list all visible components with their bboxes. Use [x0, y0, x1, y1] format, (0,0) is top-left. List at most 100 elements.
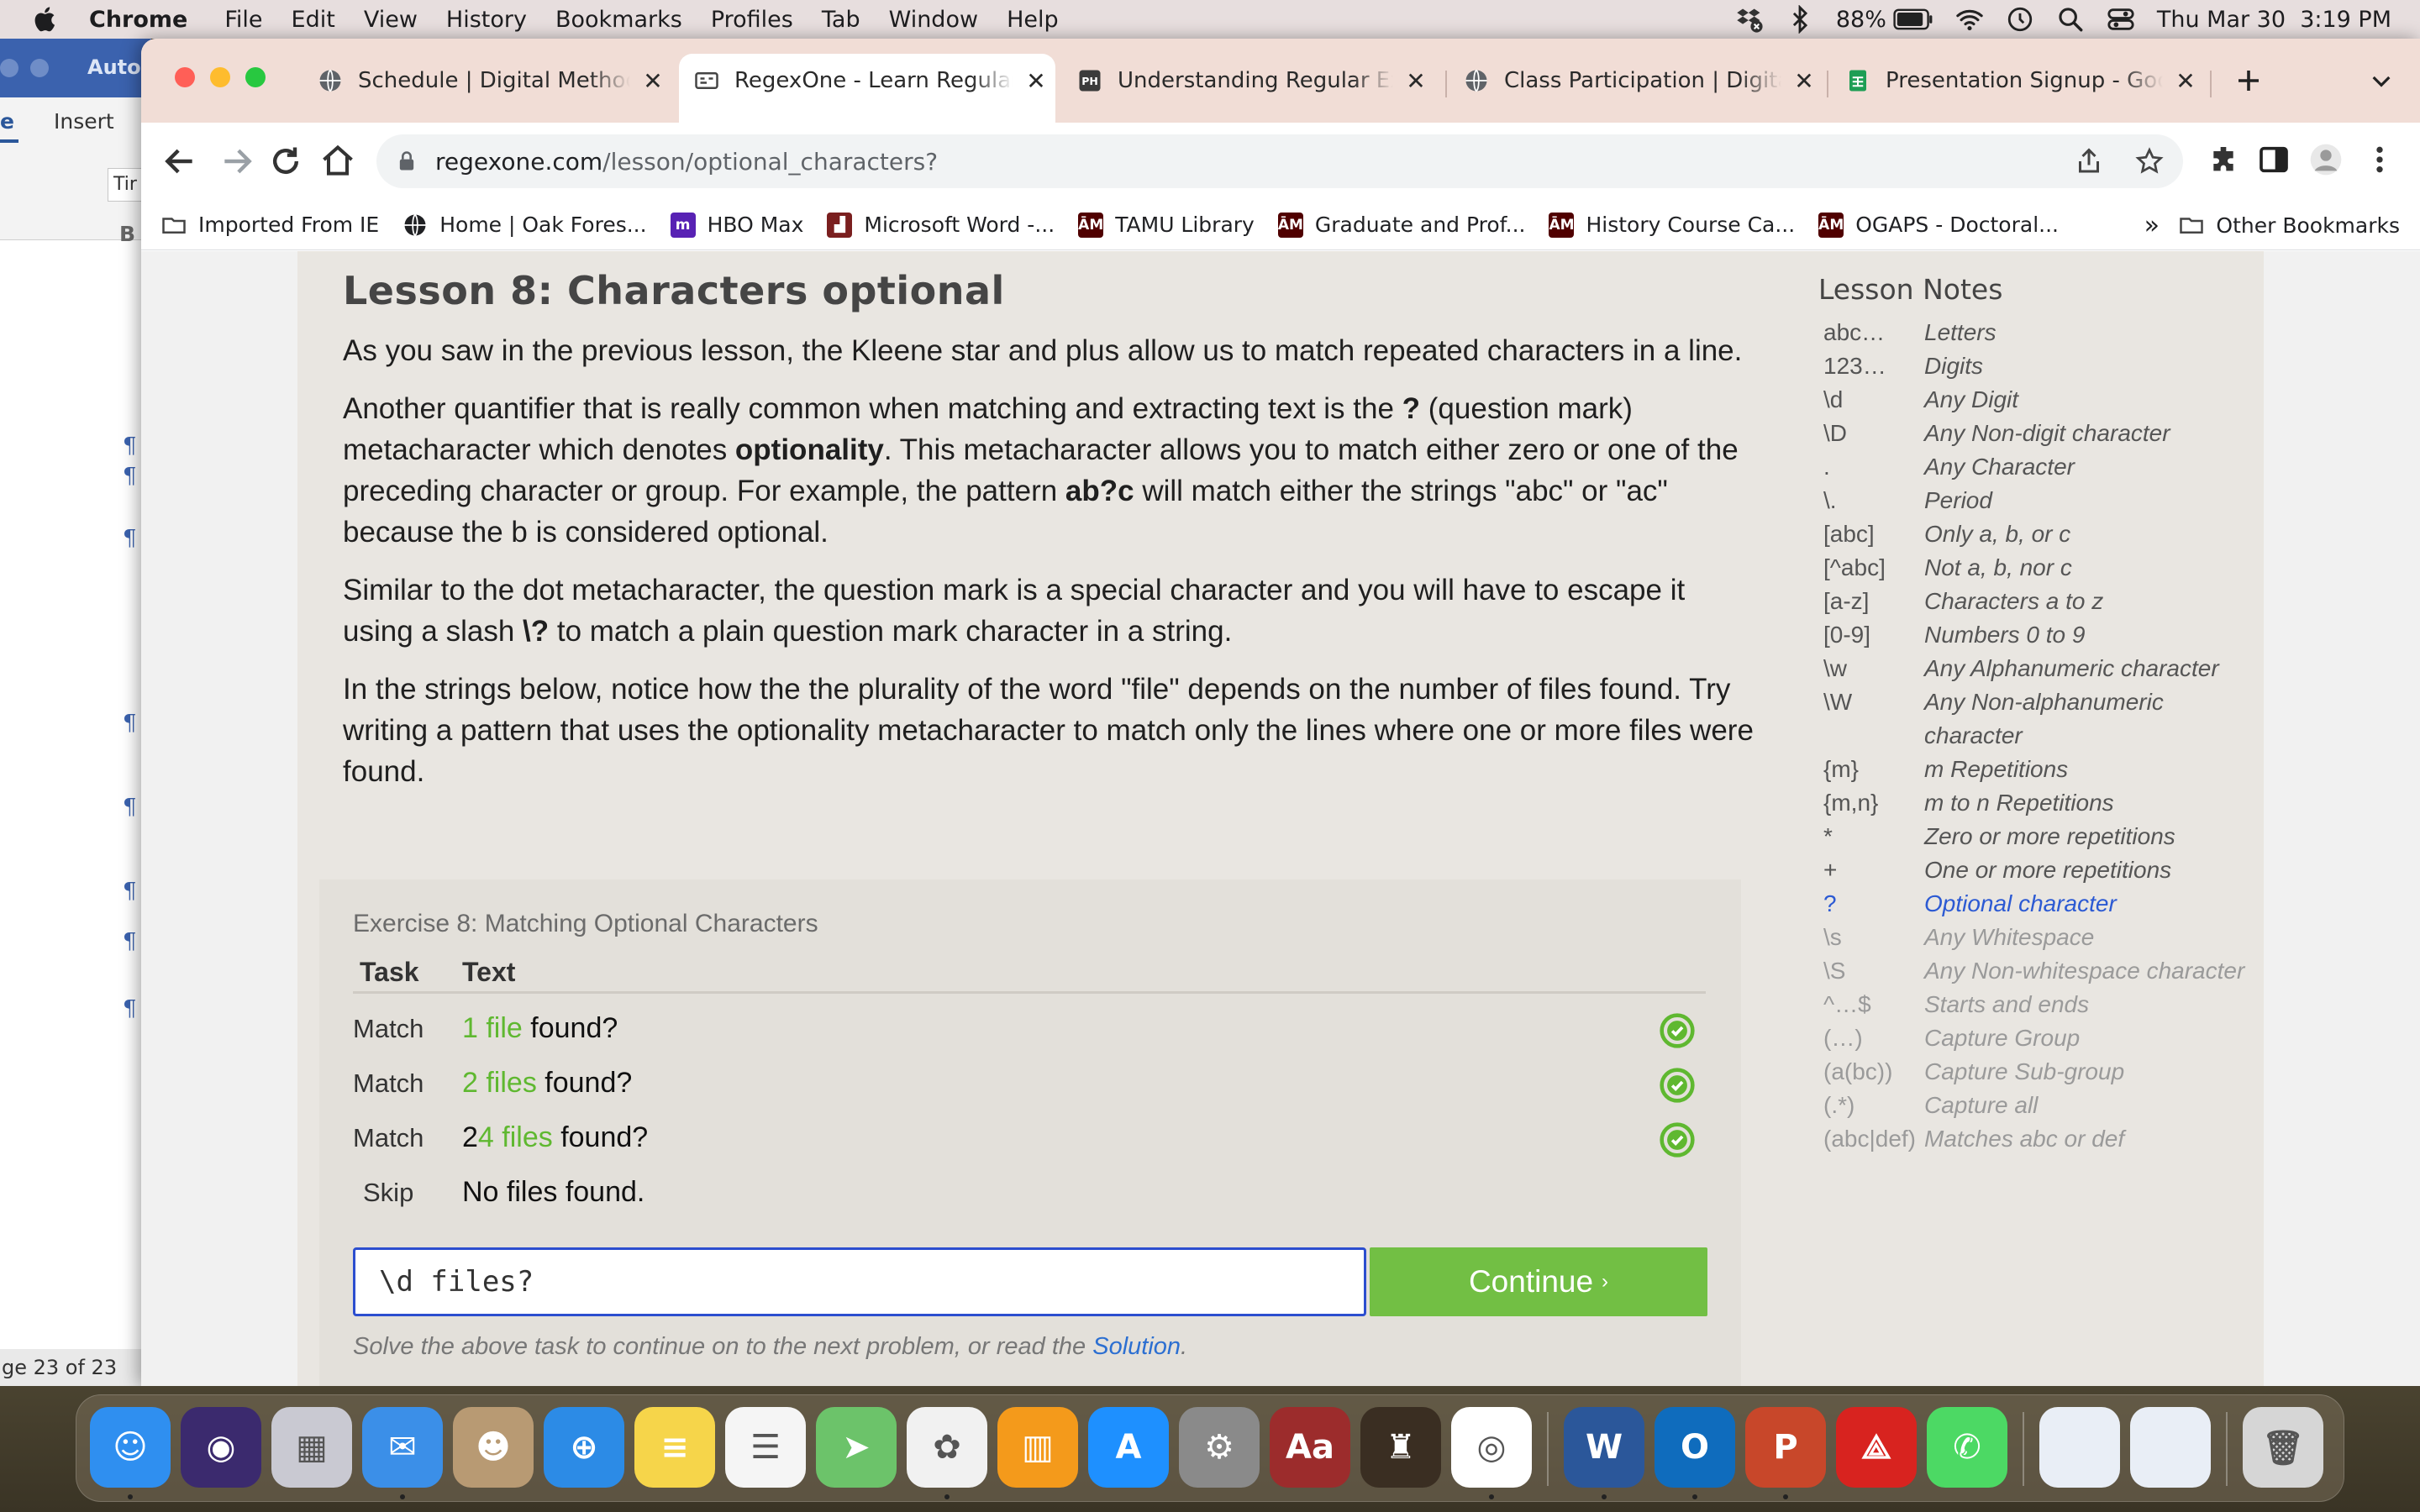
bookmark-hbo-max[interactable]: m HBO Max: [670, 212, 803, 238]
close-tab-icon[interactable]: ✕: [1793, 67, 1815, 95]
minimize-window-button[interactable]: [210, 67, 230, 87]
menu-help[interactable]: Help: [1007, 7, 1059, 33]
bookmark-oak-forest[interactable]: Home | Oak Fores...: [402, 213, 647, 238]
close-tab-icon[interactable]: ✕: [642, 67, 664, 95]
menu-history[interactable]: History: [446, 7, 527, 33]
reload-icon[interactable]: [267, 143, 304, 180]
bookmark-imported-from-ie[interactable]: Imported From IE: [161, 213, 379, 238]
close-tab-icon[interactable]: ✕: [1025, 67, 1047, 95]
spotlight-search-icon[interactable]: [2056, 5, 2085, 34]
dock-app-store-icon[interactable]: A: [1088, 1407, 1169, 1488]
word-window-control[interactable]: [30, 59, 49, 77]
globe-icon: [404, 213, 426, 236]
forward-arrow-icon[interactable]: [218, 143, 255, 180]
dock-maps-icon[interactable]: ➤: [816, 1407, 897, 1488]
side-panel-icon[interactable]: [2257, 143, 2291, 176]
word-tab-insert[interactable]: Insert: [54, 109, 114, 134]
dock-contacts-icon[interactable]: ☻: [453, 1407, 534, 1488]
folder-icon: [2180, 218, 2204, 234]
bluetooth-icon[interactable]: [1786, 5, 1814, 34]
dock-acrobat-icon[interactable]: ⟁: [1836, 1407, 1917, 1488]
menu-bookmarks[interactable]: Bookmarks: [555, 7, 682, 33]
dock-photos-icon[interactable]: ✿: [907, 1407, 987, 1488]
share-icon[interactable]: [2074, 146, 2104, 176]
exercise-table-header: Task Text: [353, 955, 1706, 994]
dock-outlook-icon[interactable]: O: [1655, 1407, 1735, 1488]
dock-trash-icon[interactable]: 🗑: [2243, 1407, 2323, 1488]
tab-regexone[interactable]: RegexOne - Learn Regular Ex ✕: [679, 54, 1055, 123]
wifi-icon[interactable]: [1955, 5, 1984, 34]
menu-view[interactable]: View: [364, 7, 418, 33]
dock-messages-icon[interactable]: ✆: [1927, 1407, 2007, 1488]
tab-presentation-signup[interactable]: Presentation Signup - Google ✕: [1830, 54, 2205, 108]
word-tab-home[interactable]: e: [0, 109, 14, 134]
dock-system-preferences-icon[interactable]: ⚙: [1179, 1407, 1260, 1488]
solution-link[interactable]: Solution: [1092, 1333, 1181, 1360]
dock-doc-thumbnail-2-icon[interactable]: [2130, 1407, 2211, 1488]
dropbox-icon[interactable]: [1735, 5, 1764, 34]
new-tab-plus-icon[interactable]: [2233, 66, 2264, 96]
dock-word-icon[interactable]: W: [1564, 1407, 1644, 1488]
tab-understanding-regex[interactable]: PH Understanding Regular Expre ✕: [1062, 54, 1435, 108]
dock-launchpad-icon[interactable]: ▦: [271, 1407, 352, 1488]
word-bold-button[interactable]: B: [119, 222, 135, 246]
continue-button[interactable]: Continue ›: [1370, 1247, 1707, 1316]
bookmark-history-course[interactable]: ĀM History Course Ca...: [1549, 212, 1795, 238]
back-arrow-icon[interactable]: [161, 143, 198, 180]
address-bar[interactable]: regexone.com/lesson/optional_characters?: [376, 134, 2183, 188]
other-bookmarks-folder[interactable]: Other Bookmarks: [2179, 200, 2400, 250]
regex-input[interactable]: \d files?: [353, 1247, 1366, 1316]
dock-safari-icon[interactable]: ⊕: [544, 1407, 624, 1488]
dock-medieval-ii-icon[interactable]: ♜: [1360, 1407, 1441, 1488]
menu-app-name[interactable]: Chrome: [89, 7, 187, 33]
battery-status[interactable]: 88%: [1836, 7, 1933, 33]
extensions-puzzle-icon[interactable]: [2207, 143, 2240, 176]
tamu-icon: ĀM: [1549, 212, 1575, 238]
dock-chrome-icon[interactable]: ◎: [1451, 1407, 1532, 1488]
tab-schedule[interactable]: Schedule | Digital Methods fo ✕: [302, 54, 672, 108]
check-icon: [1660, 1013, 1695, 1048]
dock-notes-icon[interactable]: ≡: [634, 1407, 715, 1488]
bookmark-graduate-prof[interactable]: ĀM Graduate and Prof...: [1278, 212, 1525, 238]
dock-reminders-icon[interactable]: ☰: [725, 1407, 806, 1488]
apple-menu-icon[interactable]: [32, 5, 60, 34]
menu-profiles[interactable]: Profiles: [711, 7, 793, 33]
time-machine-icon[interactable]: [2006, 5, 2034, 34]
word-window-control[interactable]: [0, 59, 18, 77]
exercise-row: Match 24 files found?: [353, 1115, 1706, 1165]
dock-dictionary-icon[interactable]: Aa: [1270, 1407, 1350, 1488]
bookmark-microsoft-word[interactable]: ▟ Microsoft Word -...: [827, 212, 1055, 238]
menu-tab[interactable]: Tab: [822, 7, 860, 33]
menu-file[interactable]: File: [224, 7, 262, 33]
close-window-button[interactable]: [175, 67, 195, 87]
tab-class-participation[interactable]: Class Participation | Digital M ✕: [1449, 54, 1823, 108]
dock-finder-icon[interactable]: ☺: [90, 1407, 171, 1488]
dock-books-icon[interactable]: ▥: [997, 1407, 1078, 1488]
bookmark-star-icon[interactable]: [2134, 146, 2165, 176]
dock-mail-icon[interactable]: ✉: [362, 1407, 443, 1488]
home-icon[interactable]: [319, 143, 356, 180]
menu-window[interactable]: Window: [889, 7, 978, 33]
chrome-menu-kebab-icon[interactable]: [2363, 143, 2396, 176]
dock-siri-icon[interactable]: ◉: [181, 1407, 261, 1488]
bookmark-tamu-library[interactable]: ĀM TAMU Library: [1078, 212, 1255, 238]
tab-search-chevron-icon[interactable]: [2368, 67, 2395, 94]
lesson-main: Lesson 8: Characters optional As you saw…: [343, 251, 1754, 792]
control-center-icon[interactable]: [2107, 5, 2135, 34]
note-description: Characters a to z: [1924, 588, 2104, 614]
lesson-note-item: {m,n} m to n Repetitions: [1810, 786, 2264, 820]
dock-doc-thumbnail-1-icon[interactable]: [2039, 1407, 2120, 1488]
dock-powerpoint-icon[interactable]: P: [1745, 1407, 1826, 1488]
zoom-window-button[interactable]: [245, 67, 266, 87]
profile-avatar-icon[interactable]: [2309, 143, 2343, 176]
bookmarks-overflow-button[interactable]: »: [2144, 200, 2160, 250]
lock-icon[interactable]: [395, 150, 418, 173]
bookmark-ogaps[interactable]: ĀM OGAPS - Doctoral...: [1818, 212, 2059, 238]
close-tab-icon[interactable]: ✕: [2175, 67, 2196, 95]
note-description: Numbers 0 to 9: [1924, 622, 2086, 648]
menu-edit[interactable]: Edit: [292, 7, 335, 33]
menubar-clock[interactable]: Thu Mar 30 3:19 PM: [2157, 7, 2391, 33]
lesson-note-item: [^abc] Not a, b, nor c: [1810, 551, 2264, 585]
close-tab-icon[interactable]: ✕: [1405, 67, 1427, 95]
background-word-window[interactable]: AutoS e Insert Tir B ¶ ¶ ¶ ¶ ¶ ¶ ¶ ¶ ge …: [0, 39, 151, 1386]
